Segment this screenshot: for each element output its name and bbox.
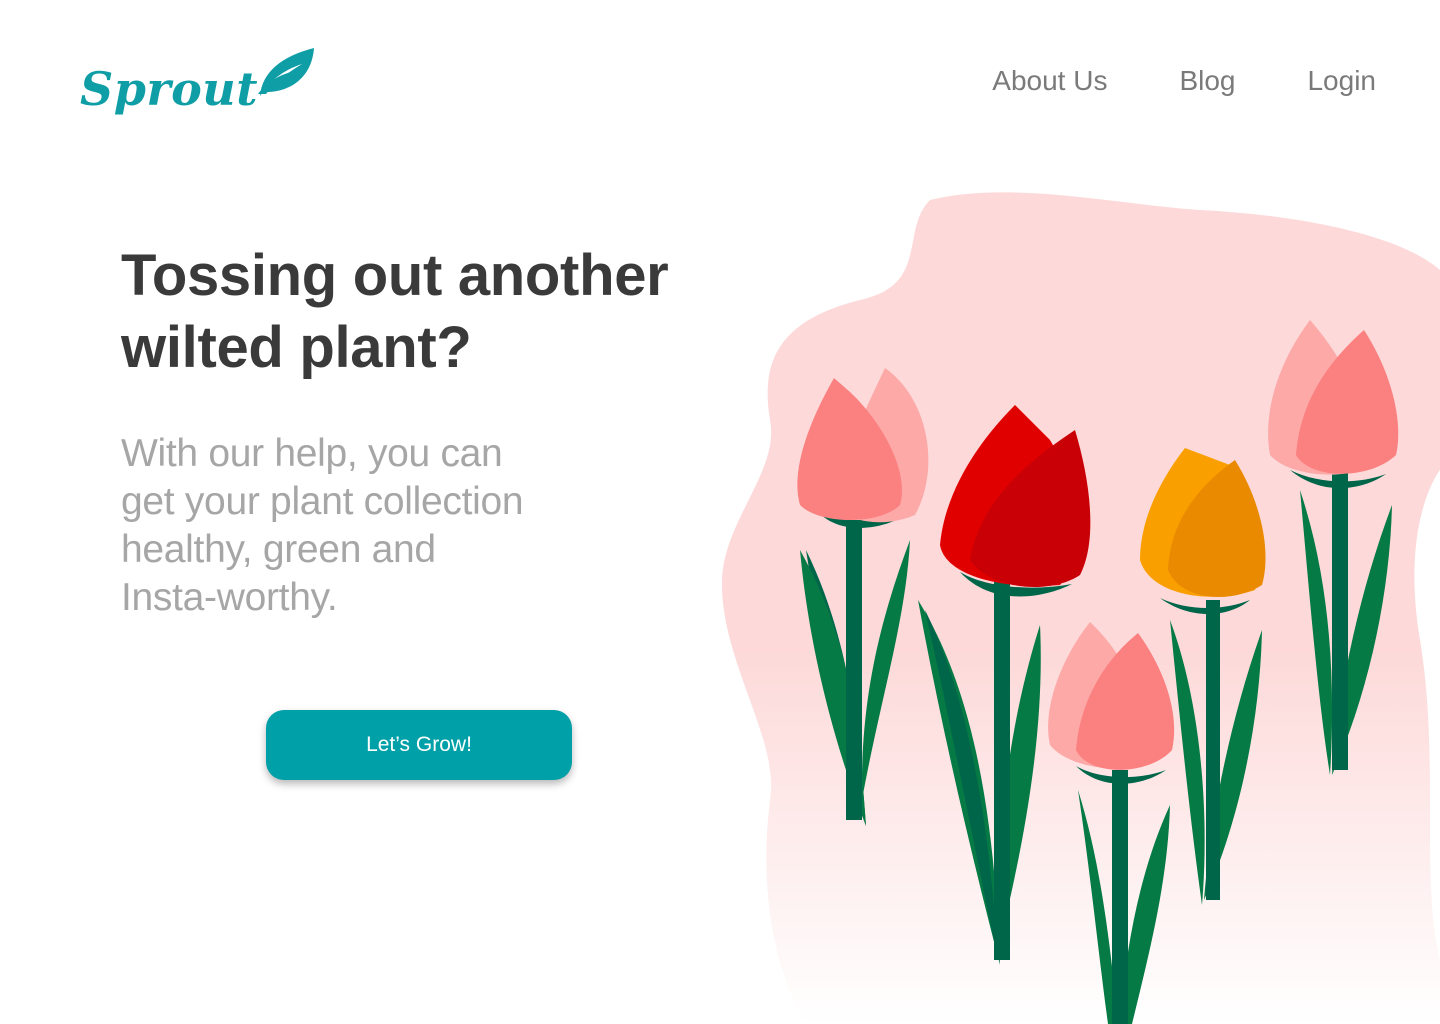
nav-login[interactable]: Login [1307,62,1376,100]
leaf-icon [258,48,314,96]
nav-blog[interactable]: Blog [1179,62,1235,100]
tulip-illustration [721,192,1440,1024]
hero-headline-line-1: Tossing out another [121,243,669,308]
nav-about-us[interactable]: About Us [992,62,1107,100]
hero-subtext: With our help, you can get your plant co… [121,430,581,622]
lets-grow-button[interactable]: Let’s Grow! [266,710,572,780]
hero-subtext-line-2: get your plant collection [121,480,524,523]
brand-name: Sprout [80,62,258,116]
top-nav: About Us Blog Login [992,62,1376,100]
landing-page: Sprout About Us Blog Login Tossing out a… [0,0,1440,1024]
hero-headline-line-2: wilted plant? [121,315,472,380]
hero-subtext-line-3: healthy, green and [121,528,436,571]
hero-subtext-line-1: With our help, you can [121,432,503,475]
hero-subtext-line-4: Insta-worthy. [121,576,338,619]
logo-link[interactable]: Sprout [80,46,316,112]
hero-headline: Tossing out another wilted plant? [121,240,721,384]
